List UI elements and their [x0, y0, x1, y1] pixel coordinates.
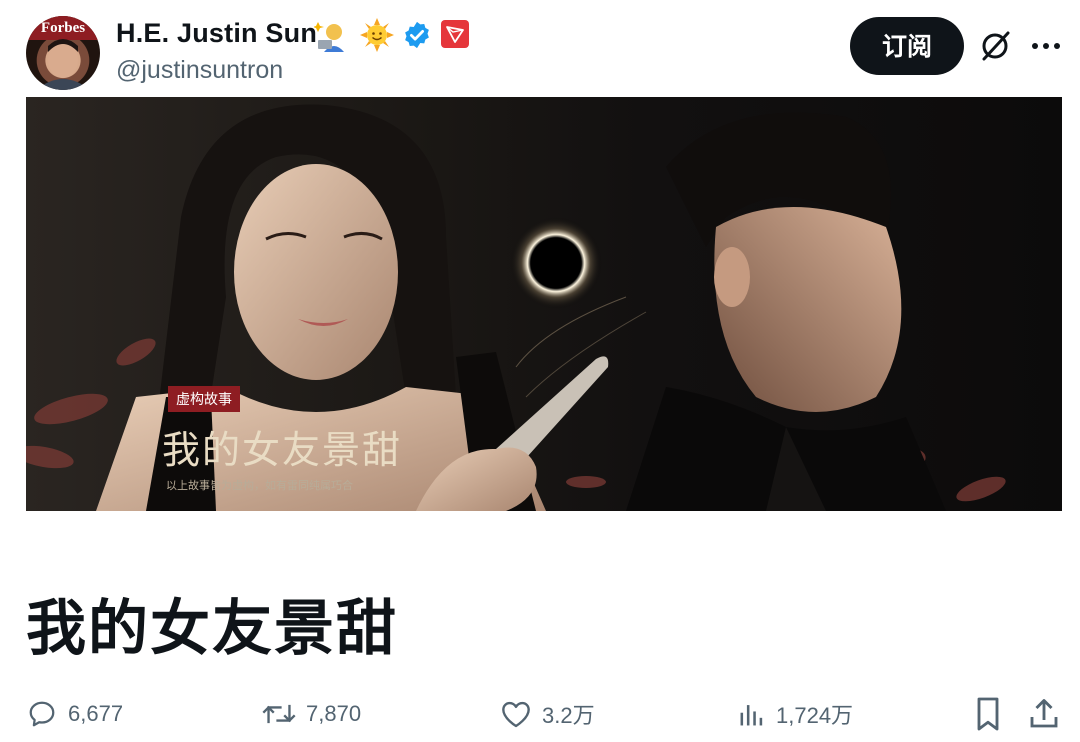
grok-slash-circle-icon[interactable]	[977, 28, 1013, 64]
avatar[interactable]: Forbes	[26, 16, 100, 90]
cover-tag: 虚构故事	[168, 386, 240, 412]
article-title[interactable]: 我的女友景甜	[26, 580, 398, 667]
share-upload-icon	[1030, 699, 1058, 728]
technologist-emoji-icon	[314, 22, 344, 52]
views-count: 1,724万	[776, 703, 854, 728]
avatar-portrait	[36, 39, 90, 90]
cover-disclaimer: 以上故事皆为虚构，如有雷同纯属巧合	[166, 479, 353, 492]
share-button[interactable]	[1026, 692, 1066, 736]
display-name[interactable]: H.E. Justin Sun	[116, 18, 317, 49]
like-count: 3.2万	[542, 703, 595, 728]
repost-button[interactable]: 7,870	[262, 692, 361, 736]
like-button[interactable]: 3.2万	[500, 692, 595, 736]
article-cover-image[interactable]: 虚构故事 我的女友景甜 以上故事皆为虚构，如有雷同纯属巧合	[26, 97, 1062, 511]
repost-count: 7,870	[306, 701, 362, 726]
reply-count: 6,677	[68, 701, 124, 726]
bookmark-button[interactable]	[970, 692, 1010, 736]
reply-bubble-icon	[29, 701, 55, 727]
sun-face-emoji-icon	[360, 18, 394, 52]
cover-headline: 我的女友景甜	[162, 428, 403, 472]
views-button[interactable]: 1,724万	[738, 692, 853, 736]
post-header: Forbes H.E. Justin Sun @justinsuntron 订阅	[0, 0, 1080, 96]
bookmark-icon	[977, 697, 999, 731]
verified-badge-icon[interactable]	[402, 20, 432, 50]
views-bar-chart-icon	[740, 705, 763, 726]
more-dots-icon[interactable]	[1028, 32, 1064, 60]
subscribe-button[interactable]: 订阅	[850, 17, 964, 75]
tron-affiliate-badge[interactable]	[441, 20, 469, 48]
tron-icon	[446, 26, 464, 43]
reply-button[interactable]: 6,677	[26, 692, 123, 736]
repost-arrows-icon	[262, 704, 296, 724]
user-handle[interactable]: @justinsuntron	[116, 56, 283, 85]
heart-icon	[502, 701, 530, 728]
